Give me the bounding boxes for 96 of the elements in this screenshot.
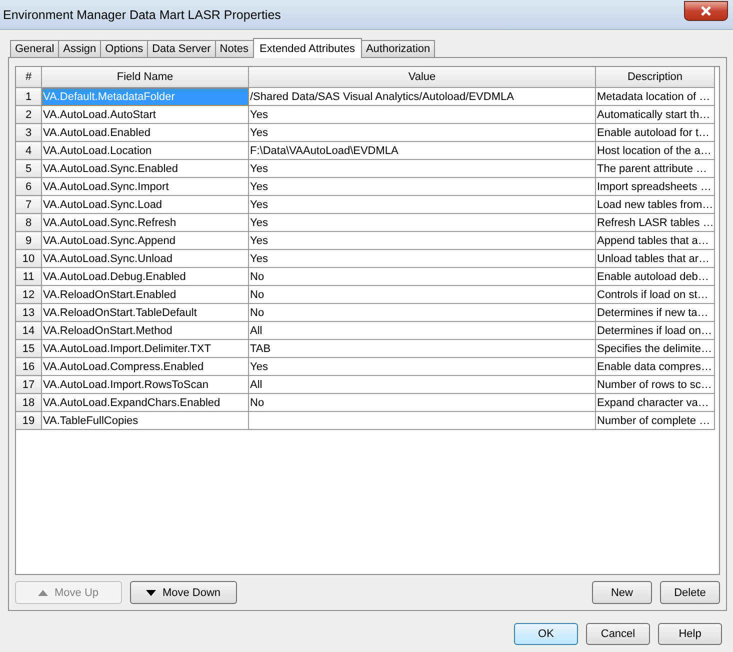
row-number: 11 <box>16 268 42 286</box>
table-cell: Yes <box>248 214 596 232</box>
table-cell: No <box>248 304 596 322</box>
table-cell: Yes <box>248 250 596 268</box>
table-cell: Expand character va… <box>596 394 714 412</box>
button[interactable]: Cancel <box>586 623 650 645</box>
table-cell: Enable data compres… <box>596 358 714 376</box>
table-cell: Yes <box>248 196 596 214</box>
row-number: 18 <box>16 394 42 412</box>
table-cell: Yes <box>248 178 596 196</box>
table-cell: Yes <box>248 232 596 250</box>
table-cell[interactable]: VA.AutoLoad.ExpandChars.Enabled <box>42 394 248 412</box>
table-cell[interactable]: VA.TableFullCopies <box>42 412 248 430</box>
row-number: 16 <box>16 358 42 376</box>
tab[interactable]: Assign <box>58 40 102 57</box>
row-number: 9 <box>16 232 42 250</box>
table-cell[interactable]: VA.AutoLoad.AutoStart <box>42 106 248 124</box>
row-number: 13 <box>16 304 42 322</box>
table-cell: No <box>248 286 596 304</box>
table-cell: Unload tables that ar… <box>596 250 714 268</box>
table-cell: All <box>248 322 596 340</box>
row-number: 8 <box>16 214 42 232</box>
table-cell: Yes <box>248 124 596 142</box>
table-cell: No <box>248 394 596 412</box>
row-number: 3 <box>16 124 42 142</box>
button[interactable]: Help <box>658 623 722 645</box>
column-header[interactable]: # <box>16 67 42 88</box>
table-cell[interactable]: VA.AutoLoad.Sync.Import <box>42 178 248 196</box>
tab[interactable]: Data Server <box>147 40 216 57</box>
table-cell[interactable]: VA.AutoLoad.Sync.Refresh <box>42 214 248 232</box>
table-cell: No <box>248 268 596 286</box>
row-number: 4 <box>16 142 42 160</box>
table-cell: Determines if new ta… <box>596 304 714 322</box>
table-cell[interactable]: VA.AutoLoad.Sync.Append <box>42 232 248 250</box>
table-cell: /Shared Data/SAS Visual Analytics/Autoload/EVDMLA <box>248 88 596 106</box>
table-cell: The parent attribute … <box>596 160 714 178</box>
table-cell: Append tables that a… <box>596 232 714 250</box>
column-header[interactable]: Value <box>248 67 596 88</box>
row-number: 17 <box>16 376 42 394</box>
row-number: 5 <box>16 160 42 178</box>
table-cell[interactable]: VA.AutoLoad.Import.RowsToScan <box>42 376 248 394</box>
button[interactable]: New <box>592 581 652 604</box>
button[interactable]: OK <box>514 623 578 645</box>
table-cell[interactable]: VA.AutoLoad.Enabled <box>42 124 248 142</box>
column-header[interactable]: Field Name <box>42 67 248 88</box>
row-number: 1 <box>16 88 42 106</box>
table-cell[interactable]: VA.AutoLoad.Sync.Enabled <box>42 160 248 178</box>
row-number: 12 <box>16 286 42 304</box>
tab[interactable]: Authorization <box>360 40 436 57</box>
table-cell: Number of complete … <box>596 412 714 430</box>
table-cell: F:\Data\VAAutoLoad\EVDMLA <box>248 142 596 160</box>
close-icon <box>699 4 713 16</box>
table-cell[interactable]: VA.AutoLoad.Import.Delimiter.TXT <box>42 340 248 358</box>
button[interactable]: Delete <box>660 581 720 604</box>
row-number: 19 <box>16 412 42 430</box>
close-button[interactable] <box>684 0 728 20</box>
table-cell[interactable]: VA.AutoLoad.Compress.Enabled <box>42 358 248 376</box>
tab[interactable]: Options <box>100 40 148 57</box>
table-cell: Yes <box>248 358 596 376</box>
table-cell[interactable]: VA.AutoLoad.Sync.Unload <box>42 250 248 268</box>
window-title: Environment Manager Data Mart LASR Properties <box>3 8 281 22</box>
table-cell: Determines if load on… <box>596 322 714 340</box>
table-cell: Enable autoload for t… <box>596 124 714 142</box>
table-cell: Number of rows to sc… <box>596 376 714 394</box>
table-cell: Automatically start th… <box>596 106 714 124</box>
row-number: 7 <box>16 196 42 214</box>
down-triangle-icon <box>146 588 156 596</box>
tab[interactable]: General <box>10 40 60 57</box>
table-cell: Host location of the a… <box>596 142 714 160</box>
table-cell: Load new tables from… <box>596 196 714 214</box>
row-number: 14 <box>16 322 42 340</box>
table-cell: Refresh LASR tables … <box>596 214 714 232</box>
move-button[interactable]: Move Down <box>130 581 237 604</box>
column-header[interactable]: Description <box>596 67 714 88</box>
table-cell[interactable]: VA.ReloadOnStart.Enabled <box>42 286 248 304</box>
table-cell: Controls if load on st… <box>596 286 714 304</box>
table-cell: Enable autoload deb… <box>596 268 714 286</box>
row-number: 15 <box>16 340 42 358</box>
table-cell[interactable]: VA.AutoLoad.Debug.Enabled <box>42 268 248 286</box>
table-cell[interactable]: VA.AutoLoad.Location <box>42 142 248 160</box>
table-cell[interactable]: VA.ReloadOnStart.Method <box>42 322 248 340</box>
tab[interactable]: Notes <box>214 40 254 57</box>
tab[interactable]: Extended Attributes <box>252 38 362 58</box>
table-cell[interactable]: VA.AutoLoad.Sync.Load <box>42 196 248 214</box>
row-number: 2 <box>16 106 42 124</box>
table-cell: Yes <box>248 106 596 124</box>
table-cell: Specifies the delimite… <box>596 340 714 358</box>
table-cell: Import spreadsheets … <box>596 178 714 196</box>
table-cell: Metadata location of … <box>596 88 714 106</box>
up-triangle-icon <box>38 588 48 596</box>
table-cell: Yes <box>248 160 596 178</box>
table-cell[interactable]: VA.ReloadOnStart.TableDefault <box>42 304 248 322</box>
table-cell: All <box>248 376 596 394</box>
table-cell: TAB <box>248 340 596 358</box>
row-number: 6 <box>16 178 42 196</box>
row-number: 10 <box>16 250 42 268</box>
